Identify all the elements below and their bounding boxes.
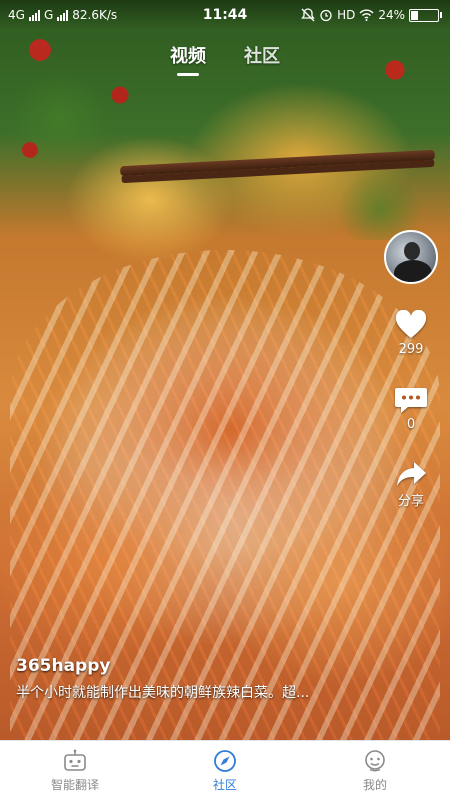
status-right: HD 24% bbox=[301, 8, 442, 22]
bottom-nav: 智能翻译 社区 我的 bbox=[0, 740, 450, 800]
nav-label: 社区 bbox=[212, 777, 237, 792]
share-button[interactable]: 分享 bbox=[386, 460, 436, 509]
nav-mine[interactable]: 我的 bbox=[315, 749, 435, 793]
mute-icon bbox=[301, 8, 315, 22]
share-label: 分享 bbox=[397, 494, 424, 509]
tab-community[interactable]: 社区 bbox=[244, 42, 280, 68]
heart-icon bbox=[395, 310, 427, 338]
signal-icon bbox=[28, 9, 40, 21]
share-arrow-icon bbox=[397, 462, 426, 486]
clock: 11:44 bbox=[202, 7, 248, 23]
video-description[interactable]: 半个小时就能制作出美味的朝鲜族辣白菜。超... bbox=[16, 682, 361, 702]
nav-smart-translate[interactable]: 智能翻译 bbox=[15, 749, 135, 793]
hd-indicator: HD bbox=[337, 8, 356, 22]
network-type: 4G bbox=[8, 8, 25, 22]
author-avatar[interactable] bbox=[384, 230, 438, 284]
robot-icon bbox=[64, 749, 86, 771]
signal-icon-2 bbox=[57, 9, 69, 21]
network-type-2: G bbox=[43, 8, 54, 22]
wifi-icon bbox=[359, 9, 374, 21]
battery-icon bbox=[409, 8, 442, 22]
author-username[interactable]: 365happy bbox=[16, 656, 361, 676]
battery-percent: 24% bbox=[378, 8, 405, 22]
comment-icon bbox=[395, 388, 427, 413]
comment-button[interactable]: 0 bbox=[386, 385, 436, 432]
like-button[interactable]: 299 bbox=[386, 310, 436, 357]
user-face-icon bbox=[365, 749, 385, 771]
nav-label: 我的 bbox=[362, 777, 387, 792]
status-left: 4G G 82.6K/s bbox=[8, 8, 117, 22]
video-caption: 365happy 半个小时就能制作出美味的朝鲜族辣白菜。超... bbox=[16, 656, 361, 702]
like-count: 299 bbox=[398, 342, 424, 357]
video-background-plants bbox=[0, 0, 450, 240]
nav-community[interactable]: 社区 bbox=[165, 749, 285, 793]
compass-icon bbox=[214, 749, 236, 772]
top-tabs: 视频 社区 bbox=[0, 42, 450, 68]
video-player[interactable] bbox=[0, 0, 450, 740]
network-speed: 82.6K/s bbox=[72, 8, 118, 22]
nav-label: 智能翻译 bbox=[50, 777, 99, 792]
alarm-icon bbox=[320, 9, 332, 22]
status-bar: 4G G 82.6K/s 11:44 HD 24% bbox=[0, 0, 450, 30]
tab-video[interactable]: 视频 bbox=[170, 42, 206, 68]
comment-count: 0 bbox=[406, 417, 416, 432]
